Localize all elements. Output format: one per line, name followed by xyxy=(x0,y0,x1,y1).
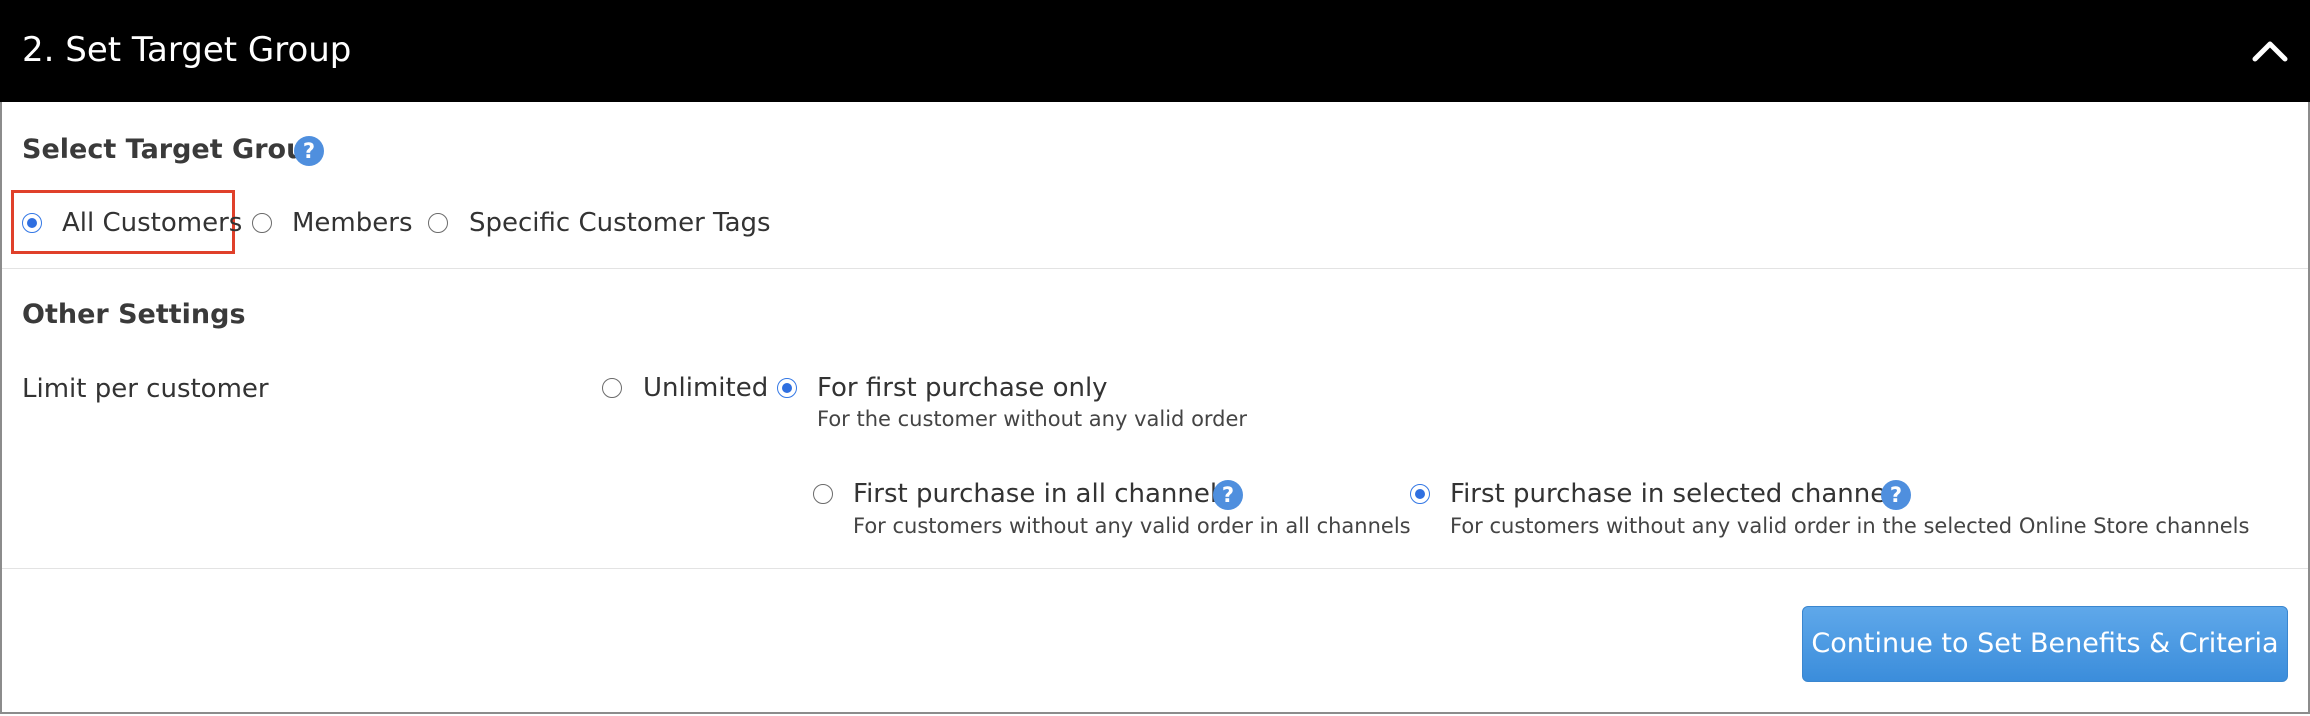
limit-per-customer-label: Limit per customer xyxy=(22,374,269,404)
radio-members-label[interactable]: Members xyxy=(292,206,413,240)
radio-first-purchase-only-label[interactable]: For first purchase only xyxy=(817,371,1108,405)
radio-specific-customer-tags-label[interactable]: Specific Customer Tags xyxy=(469,206,771,240)
radio-unlimited[interactable] xyxy=(602,378,622,398)
divider xyxy=(2,268,2308,269)
select-target-group-heading: Select Target Group xyxy=(22,134,325,165)
continue-button[interactable]: Continue to Set Benefits & Criteria xyxy=(1802,606,2288,682)
first-purchase-only-description: For the customer without any valid order xyxy=(817,407,1248,431)
selected-channels-description: For customers without any valid order in… xyxy=(1450,514,2250,538)
section-header[interactable]: 2. Set Target Group xyxy=(0,0,2310,102)
selected-channels-help-icon[interactable]: ? xyxy=(1881,480,1911,510)
radio-members[interactable] xyxy=(252,213,272,233)
radio-first-purchase-all-channels-label[interactable]: First purchase in all channels xyxy=(853,477,1231,511)
target-group-help-icon[interactable]: ? xyxy=(294,136,324,166)
radio-specific-customer-tags[interactable] xyxy=(428,213,448,233)
radio-first-purchase-all-channels[interactable] xyxy=(813,484,833,504)
radio-first-purchase-selected-channels[interactable] xyxy=(1410,484,1430,504)
section-title: 2. Set Target Group xyxy=(22,30,352,70)
radio-all-customers-label[interactable]: All Customers xyxy=(62,206,242,240)
radio-first-purchase-selected-channels-label[interactable]: First purchase in selected channels xyxy=(1450,477,1907,511)
radio-all-customers[interactable] xyxy=(22,213,42,233)
all-channels-description: For customers without any valid order in… xyxy=(853,514,1411,538)
all-channels-help-icon[interactable]: ? xyxy=(1213,480,1243,510)
radio-unlimited-label[interactable]: Unlimited xyxy=(643,371,768,405)
radio-first-purchase-only[interactable] xyxy=(777,378,797,398)
other-settings-heading: Other Settings xyxy=(22,299,246,330)
divider xyxy=(2,568,2308,569)
chevron-up-icon[interactable] xyxy=(2250,36,2290,64)
